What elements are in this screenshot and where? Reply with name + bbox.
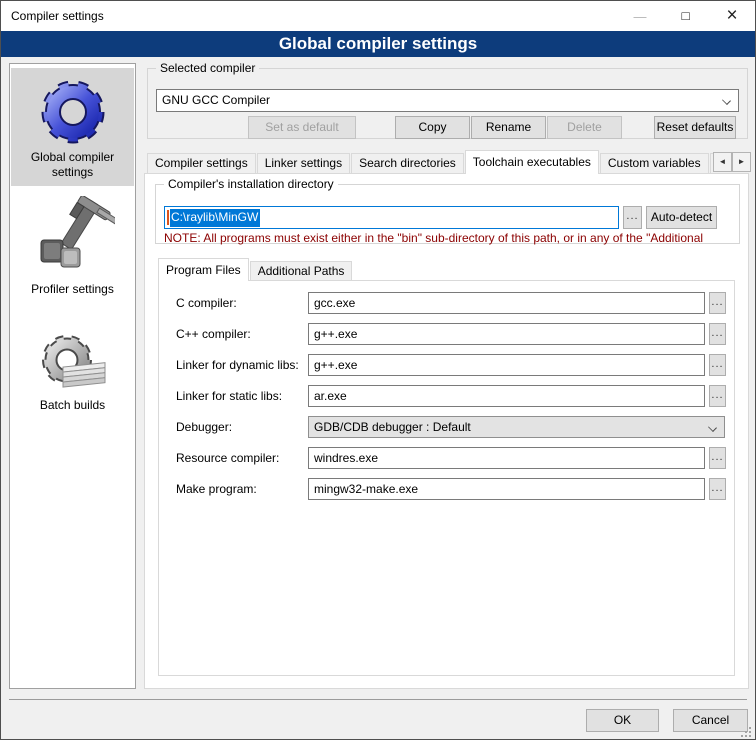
dynamic-linker-input[interactable] (308, 354, 705, 376)
field-row-c-compiler: C compiler: ... (159, 292, 734, 314)
compiler-buttons-row: Set as default Copy Rename Delete Reset … (147, 116, 736, 139)
rename-button[interactable]: Rename (471, 116, 546, 139)
window-controls: — □ × (617, 1, 755, 31)
resize-grip-dots (749, 735, 751, 737)
field-row-dynamic-linker: Linker for dynamic libs: ... (159, 354, 734, 376)
note-text: NOTE: All programs must exist either in … (164, 231, 732, 245)
arrow-right-icon: ► (738, 157, 746, 166)
sidebar-item-label: Global compiler settings (11, 150, 134, 185)
maximize-button[interactable]: □ (663, 1, 709, 31)
field-row-cpp-compiler: C++ compiler: ... (159, 323, 734, 345)
close-icon: × (726, 5, 737, 27)
tab-compiler-settings[interactable]: Compiler settings (147, 153, 256, 173)
field-label: Resource compiler: (176, 447, 279, 469)
tab-search-directories[interactable]: Search directories (351, 153, 464, 173)
installation-directory-input[interactable]: C:\raylib\MinGW (164, 206, 619, 229)
titlebar: Compiler settings — □ × (1, 1, 755, 31)
browse-button[interactable]: ... (709, 354, 726, 376)
tab-custom-variables[interactable]: Custom variables (600, 153, 709, 173)
tab-additional-paths[interactable]: Additional Paths (250, 261, 353, 280)
sidebar-item-label: Profiler settings (11, 282, 134, 302)
arrow-left-icon: ◄ (719, 157, 727, 166)
set-as-default-button[interactable]: Set as default (248, 116, 356, 139)
text-caret (167, 210, 169, 225)
field-label: C++ compiler: (176, 323, 251, 345)
delete-button[interactable]: Delete (547, 116, 622, 139)
program-files-tabstrip: Program Files Additional Paths (158, 258, 658, 281)
window-title: Compiler settings (11, 1, 104, 31)
field-row-make-program: Make program: ... (159, 478, 734, 500)
maximize-icon: □ (682, 9, 690, 24)
close-button[interactable]: × (709, 1, 755, 31)
browse-directory-button[interactable]: ... (623, 206, 642, 229)
field-row-static-linker: Linker for static libs: ... (159, 385, 734, 407)
page-title: Global compiler settings (1, 31, 755, 57)
minimize-button[interactable]: — (617, 1, 663, 31)
main-tabstrip: Compiler settings Linker settings Search… (147, 150, 713, 174)
sidebar-item-global-compiler-settings[interactable]: Global compiler settings (11, 68, 134, 186)
cpp-compiler-input[interactable] (308, 323, 705, 345)
minimize-icon: — (634, 9, 647, 24)
program-files-page: C compiler: ... C++ compiler: ... Linker… (158, 280, 735, 676)
chevron-down-icon (708, 423, 717, 432)
sidebar-item-batch-builds[interactable]: Batch builds (11, 324, 134, 420)
selected-path-text: C:\raylib\MinGW (170, 209, 260, 227)
reset-defaults-button[interactable]: Reset defaults (654, 116, 736, 139)
compiler-select-value: GNU GCC Compiler (162, 93, 270, 107)
tab-scroll-right-button[interactable]: ► (732, 152, 751, 172)
footer-divider (9, 699, 747, 700)
browse-button[interactable]: ... (709, 478, 726, 500)
group-legend: Compiler's installation directory (164, 177, 338, 192)
field-label: Linker for dynamic libs: (176, 354, 299, 376)
debugger-select-value: GDB/CDB debugger : Default (314, 420, 471, 434)
toolchain-executables-page: Compiler's installation directory C:\ray… (144, 173, 749, 689)
browse-button[interactable]: ... (709, 447, 726, 469)
field-row-debugger: Debugger: GDB/CDB debugger : Default (159, 416, 734, 438)
static-linker-input[interactable] (308, 385, 705, 407)
gray-gear-stack-icon (35, 330, 111, 396)
ok-button[interactable]: OK (586, 709, 659, 732)
make-program-input[interactable] (308, 478, 705, 500)
debugger-select[interactable]: GDB/CDB debugger : Default (308, 416, 725, 438)
field-label: Debugger: (176, 416, 232, 438)
field-label: Make program: (176, 478, 257, 500)
resource-compiler-input[interactable] (308, 447, 705, 469)
tab-linker-settings[interactable]: Linker settings (257, 153, 350, 173)
compiler-settings-window: Compiler settings — □ × Global compiler … (0, 0, 756, 740)
caliper-icon (31, 196, 115, 280)
blue-gear-icon (37, 74, 109, 148)
tab-program-files[interactable]: Program Files (158, 258, 249, 281)
c-compiler-input[interactable] (308, 292, 705, 314)
tab-scroll-left-button[interactable]: ◄ (713, 152, 732, 172)
browse-button[interactable]: ... (709, 385, 726, 407)
field-label: Linker for static libs: (176, 385, 282, 407)
compiler-select[interactable]: GNU GCC Compiler (156, 89, 739, 112)
copy-button[interactable]: Copy (395, 116, 470, 139)
browse-button[interactable]: ... (709, 323, 726, 345)
group-legend: Selected compiler (156, 61, 259, 76)
auto-detect-button[interactable]: Auto-detect (646, 206, 717, 229)
field-row-resource-compiler: Resource compiler: ... (159, 447, 734, 469)
cancel-button[interactable]: Cancel (673, 709, 748, 732)
chevron-down-icon (722, 96, 731, 105)
settings-sidebar: Global compiler settings Profiler settin… (9, 63, 136, 689)
tab-toolchain-executables[interactable]: Toolchain executables (465, 150, 599, 174)
sidebar-item-profiler-settings[interactable]: Profiler settings (11, 190, 134, 298)
field-label: C compiler: (176, 292, 237, 314)
dialog-body: Global compiler settings Profiler settin… (1, 57, 755, 740)
browse-button[interactable]: ... (709, 292, 726, 314)
sidebar-item-label: Batch builds (11, 398, 134, 418)
